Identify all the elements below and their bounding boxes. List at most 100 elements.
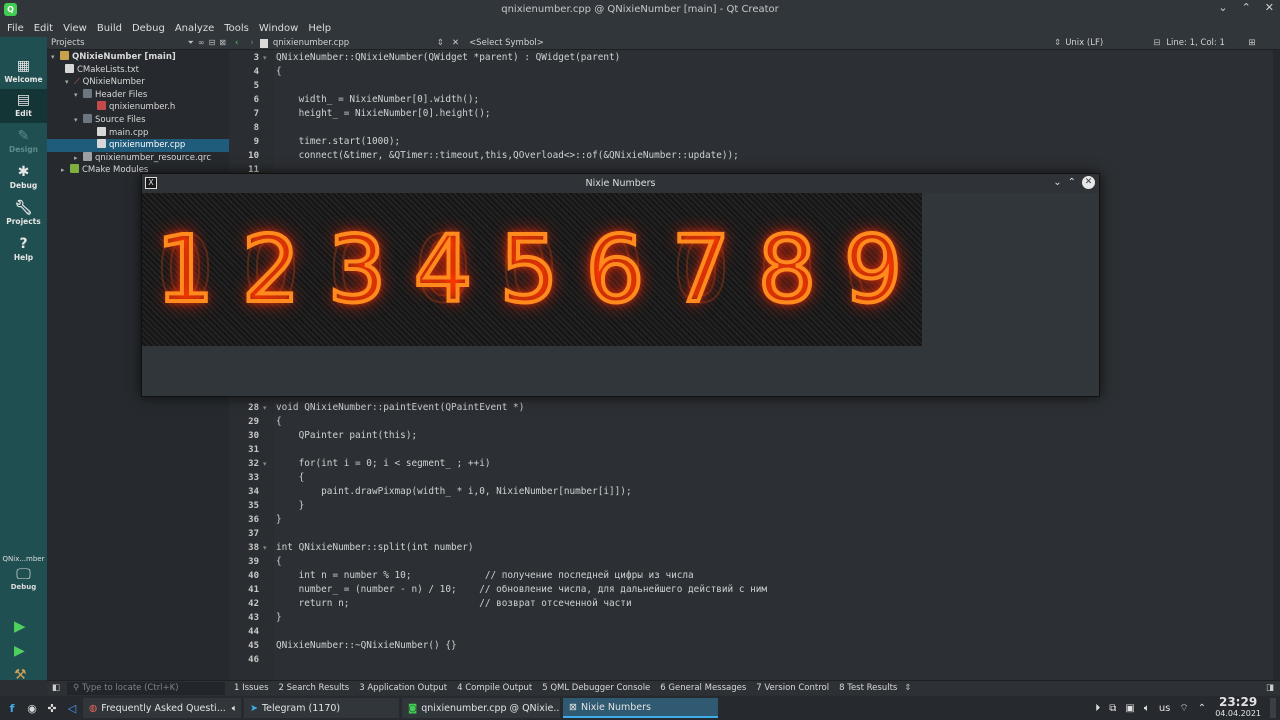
line-number: 44 — [248, 627, 259, 637]
menu-analyze[interactable]: Analyze — [170, 23, 219, 34]
mode-debug[interactable]: ✱ Debug — [0, 161, 47, 195]
line-number: 4 — [253, 67, 259, 77]
tab-general-messages[interactable]: 6 General Messages — [655, 683, 751, 693]
menu-edit[interactable]: Edit — [29, 23, 58, 34]
app-launcher-icon[interactable]: ✜ — [44, 700, 60, 716]
link-icon[interactable]: ∞ — [198, 38, 205, 48]
more-tabs-icon[interactable]: ⇕ — [904, 683, 911, 693]
taskbar-task[interactable]: ◙ qnixienumber.cpp @ QNixie... — [402, 698, 560, 718]
forward-arrow-icon[interactable]: › — [244, 38, 259, 48]
menu-tools[interactable]: Tools — [219, 23, 254, 34]
taskbar-task[interactable]: ◍ Frequently Asked Questi... 🔈︎ — [83, 698, 241, 718]
fold-arrow-icon[interactable]: ▾ — [263, 544, 267, 552]
line-number: 40 — [248, 571, 259, 581]
nixie-digit: 8 — [756, 214, 819, 325]
nixie-tube: 01 — [142, 193, 228, 346]
tree-resource-qrc[interactable]: ▸ qnixienumber_resource.qrc — [47, 151, 229, 165]
debug-run-icon[interactable]: ▶ — [14, 643, 25, 659]
wifi-icon[interactable]: ⌔ — [1179, 702, 1188, 715]
system-tray: ⏵ ⧉ ▣ 🔈︎ us ⌔ ⌃ 23:29 04.04.2021 — [1095, 696, 1280, 719]
run-icon[interactable]: ▶ — [14, 617, 26, 635]
discord-icon[interactable]: ◉ — [24, 700, 40, 716]
taskbar-task[interactable]: ➤ Telegram (1170) — [244, 698, 399, 718]
menu-build[interactable]: Build — [92, 23, 127, 34]
nixie-digit: 6 — [584, 214, 647, 325]
mode-projects[interactable]: 🔧︎ Projects — [0, 197, 47, 231]
mode-edit[interactable]: ▤ Edit — [0, 89, 47, 123]
close-panel-icon[interactable]: ⊠ — [219, 38, 226, 48]
tree-source-files[interactable]: ▾ Source Files — [47, 113, 229, 127]
toggle-sidebar-icon[interactable]: ◧ — [52, 683, 60, 693]
show-desktop-button[interactable] — [1270, 698, 1276, 718]
tree-cmakelists[interactable]: CMakeLists.txt — [47, 63, 229, 77]
volume-icon[interactable]: 🔈︎ — [1144, 703, 1150, 714]
symbol-select[interactable]: <Select Symbol> — [469, 38, 1054, 48]
cursor-position[interactable]: Line: 1, Col: 1 — [1166, 38, 1244, 48]
tree-header-files[interactable]: ▾ Header Files — [47, 88, 229, 102]
code-line: width_ = NixieNumber[0].width(); — [276, 94, 480, 105]
clipboard-icon[interactable]: ▣ — [1125, 703, 1134, 714]
tree-header-file[interactable]: qnixienumber.h — [47, 101, 229, 114]
code-line: number_ = (number - n) / 10; // обновлен… — [276, 584, 768, 595]
close-icon[interactable]: ✕ — [1082, 176, 1095, 189]
projects-view-select[interactable]: Projects — [51, 38, 85, 48]
taskbar-task[interactable]: ⊠ Nixie Numbers — [563, 698, 718, 718]
line-number: 5 — [253, 81, 259, 91]
nixie-window-titlebar[interactable]: X Nixie Numbers ⌄ ⌃ ✕ — [142, 174, 1099, 193]
mode-help[interactable]: ? Help — [0, 233, 47, 267]
tree-qnixienumber-cpp[interactable]: qnixienumber.cpp — [47, 139, 229, 152]
split-editor-icon[interactable]: ⊟ — [1153, 38, 1160, 48]
filter-icon[interactable]: ⏷ — [188, 38, 194, 48]
media-play-icon[interactable]: ⏵ — [1095, 703, 1100, 714]
fedora-menu-icon[interactable]: f — [4, 700, 20, 716]
network-monitor-icon[interactable]: ⧉ — [1109, 703, 1116, 714]
editor-scrollbar[interactable] — [1273, 50, 1280, 680]
menu-file[interactable]: File — [2, 23, 29, 34]
menu-view[interactable]: View — [58, 23, 92, 34]
tab-issues[interactable]: 1 Issues — [229, 683, 274, 693]
code-line: height_ = NixieNumber[0].height(); — [276, 108, 491, 119]
back-arrow-icon[interactable]: ‹ — [229, 38, 244, 48]
system-taskbar: f ◉ ✜ ◁ ◍ Frequently Asked Questi... 🔈︎ ➤ T… — [0, 696, 1280, 720]
tab-version-control[interactable]: 7 Version Control — [751, 683, 834, 693]
fold-arrow-icon[interactable]: ▾ — [263, 54, 267, 62]
locator-input[interactable]: ⚲ Type to locate (Ctrl+K) — [67, 681, 225, 695]
tab-application-output[interactable]: 3 Application Output — [354, 683, 452, 693]
close-icon[interactable]: ✕ — [1265, 1, 1274, 14]
maximize-icon[interactable]: ⌃ — [1068, 177, 1076, 188]
kit-selector[interactable]: QNix...mber 🖵︎ Debug — [0, 555, 47, 591]
menu-help[interactable]: Help — [303, 23, 336, 34]
minimize-icon[interactable]: ⌄ — [1218, 1, 1227, 14]
tree-project-root[interactable]: ▾ QNixieNumber [main] — [47, 51, 229, 64]
fold-arrow-icon[interactable]: ▾ — [263, 460, 267, 468]
telegram-icon: ➤ — [250, 702, 258, 714]
line-number: 31 — [248, 445, 259, 455]
monitor-icon: 🖵︎ — [16, 565, 31, 583]
build-hammer-icon[interactable]: ⚒ — [14, 667, 27, 683]
vscode-icon[interactable]: ◁ — [64, 700, 80, 716]
tree-main-cpp[interactable]: main.cpp — [47, 126, 229, 140]
mode-design[interactable]: ✎ Design — [0, 125, 47, 159]
tree-target[interactable]: ▾ ⟋ QNixieNumber — [47, 76, 229, 89]
code-line: connect(&timer, &QTimer::timeout,this,QO… — [276, 150, 739, 161]
toggle-progress-icon[interactable]: ◨ — [1266, 683, 1274, 693]
tab-search-results[interactable]: 2 Search Results — [274, 683, 355, 693]
split-view-icon[interactable]: ⊞ — [1248, 38, 1255, 48]
menu-window[interactable]: Window — [254, 23, 303, 34]
expand-tray-icon[interactable]: ⌃ — [1198, 703, 1206, 714]
mode-welcome[interactable]: ▦ Welcome — [0, 55, 47, 89]
maximize-icon[interactable]: ⌃ — [1242, 1, 1251, 14]
keyboard-layout[interactable]: us — [1159, 703, 1171, 714]
fold-arrow-icon[interactable]: ▾ — [263, 404, 267, 412]
minimize-icon[interactable]: ⌄ — [1053, 177, 1061, 188]
line-ending-select[interactable]: Unix (LF) — [1065, 38, 1153, 48]
split-icon[interactable]: ⊟ — [209, 38, 216, 48]
open-documents-select[interactable]: qnixienumber.cpp — [273, 38, 433, 48]
tab-compile-output[interactable]: 4 Compile Output — [452, 683, 537, 693]
tab-test-results[interactable]: 8 Test Results — [834, 683, 902, 693]
tab-qml-debugger-console[interactable]: 5 QML Debugger Console — [537, 683, 655, 693]
clock[interactable]: 23:29 04.04.2021 — [1215, 696, 1261, 719]
close-document-icon[interactable]: ✕ — [452, 38, 459, 48]
menu-debug[interactable]: Debug — [127, 23, 170, 34]
code-line: int n = number % 10; // получение послед… — [276, 570, 694, 581]
